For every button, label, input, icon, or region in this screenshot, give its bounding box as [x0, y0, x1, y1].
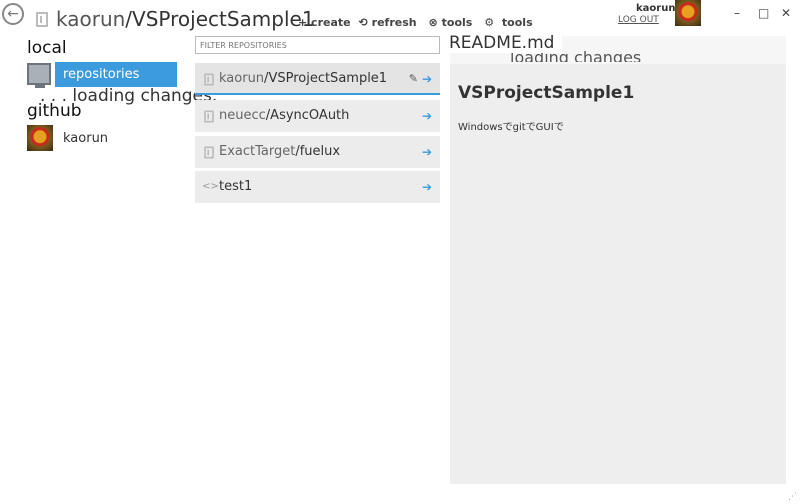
arrow-right-icon[interactable]: ➔ [422, 63, 432, 95]
toolbar: + create ⟲ refresh ⊗ tools ⚙ tools [298, 16, 541, 29]
repo-row[interactable]: kaorun/VSProjectSample1 ✎ ➔ [195, 63, 440, 95]
github-user-item[interactable]: kaorun [63, 131, 108, 146]
readme-text: WindowsでgitでGUIで [458, 122, 564, 133]
logout-link[interactable]: LOG OUT [618, 15, 659, 25]
computer-icon [27, 63, 51, 88]
user-avatar[interactable] [675, 0, 701, 26]
pin-icon[interactable]: ✎ [409, 63, 418, 95]
link-icon: ⊗ [428, 16, 438, 29]
user-name: kaorun [636, 3, 676, 14]
arrow-right-icon[interactable]: ➔ [422, 100, 432, 132]
tools-button-overlap[interactable]: ⊗ tools [428, 16, 476, 29]
local-heading: local [27, 38, 67, 58]
code-icon: <> [202, 181, 219, 192]
github-user-avatar[interactable] [27, 125, 53, 151]
readme-pane [450, 36, 786, 484]
repo-icon [204, 73, 214, 86]
repo-icon [204, 110, 214, 123]
repo-icon [204, 146, 214, 159]
maximize-button[interactable]: □ [758, 6, 769, 20]
filter-repositories-input[interactable] [195, 36, 440, 54]
arrow-right-icon[interactable]: ➔ [422, 136, 432, 168]
repo-row[interactable]: <> test1 ➔ [195, 171, 440, 203]
resize-grip-icon[interactable]: ⋰ [788, 492, 797, 502]
repo-row[interactable]: neuecc/AsyncOAuth ➔ [195, 100, 440, 132]
repo-icon [36, 12, 48, 27]
arrow-right-icon[interactable]: ➔ [422, 171, 432, 203]
minimize-button[interactable]: – [734, 6, 740, 20]
readme-heading: VSProjectSample1 [458, 83, 635, 103]
github-heading: github [27, 101, 82, 121]
back-arrow-icon: ← [7, 6, 19, 22]
back-button[interactable]: ← [2, 3, 24, 25]
refresh-icon: ⟲ [358, 16, 368, 29]
tools-button[interactable]: ⚙ tools [484, 16, 536, 29]
close-button[interactable]: ✕ [781, 6, 791, 20]
local-repositories-item[interactable]: repositories [55, 62, 177, 87]
gear-icon: ⚙ [484, 16, 495, 29]
readme-label: README.md [449, 33, 563, 53]
page-title: kaorun/VSProjectSample1 [36, 7, 315, 31]
create-button[interactable]: + create [298, 16, 351, 29]
refresh-button[interactable]: ⟲ refresh [358, 16, 420, 29]
repo-row[interactable]: ExactTarget/fuelux ➔ [195, 136, 440, 168]
